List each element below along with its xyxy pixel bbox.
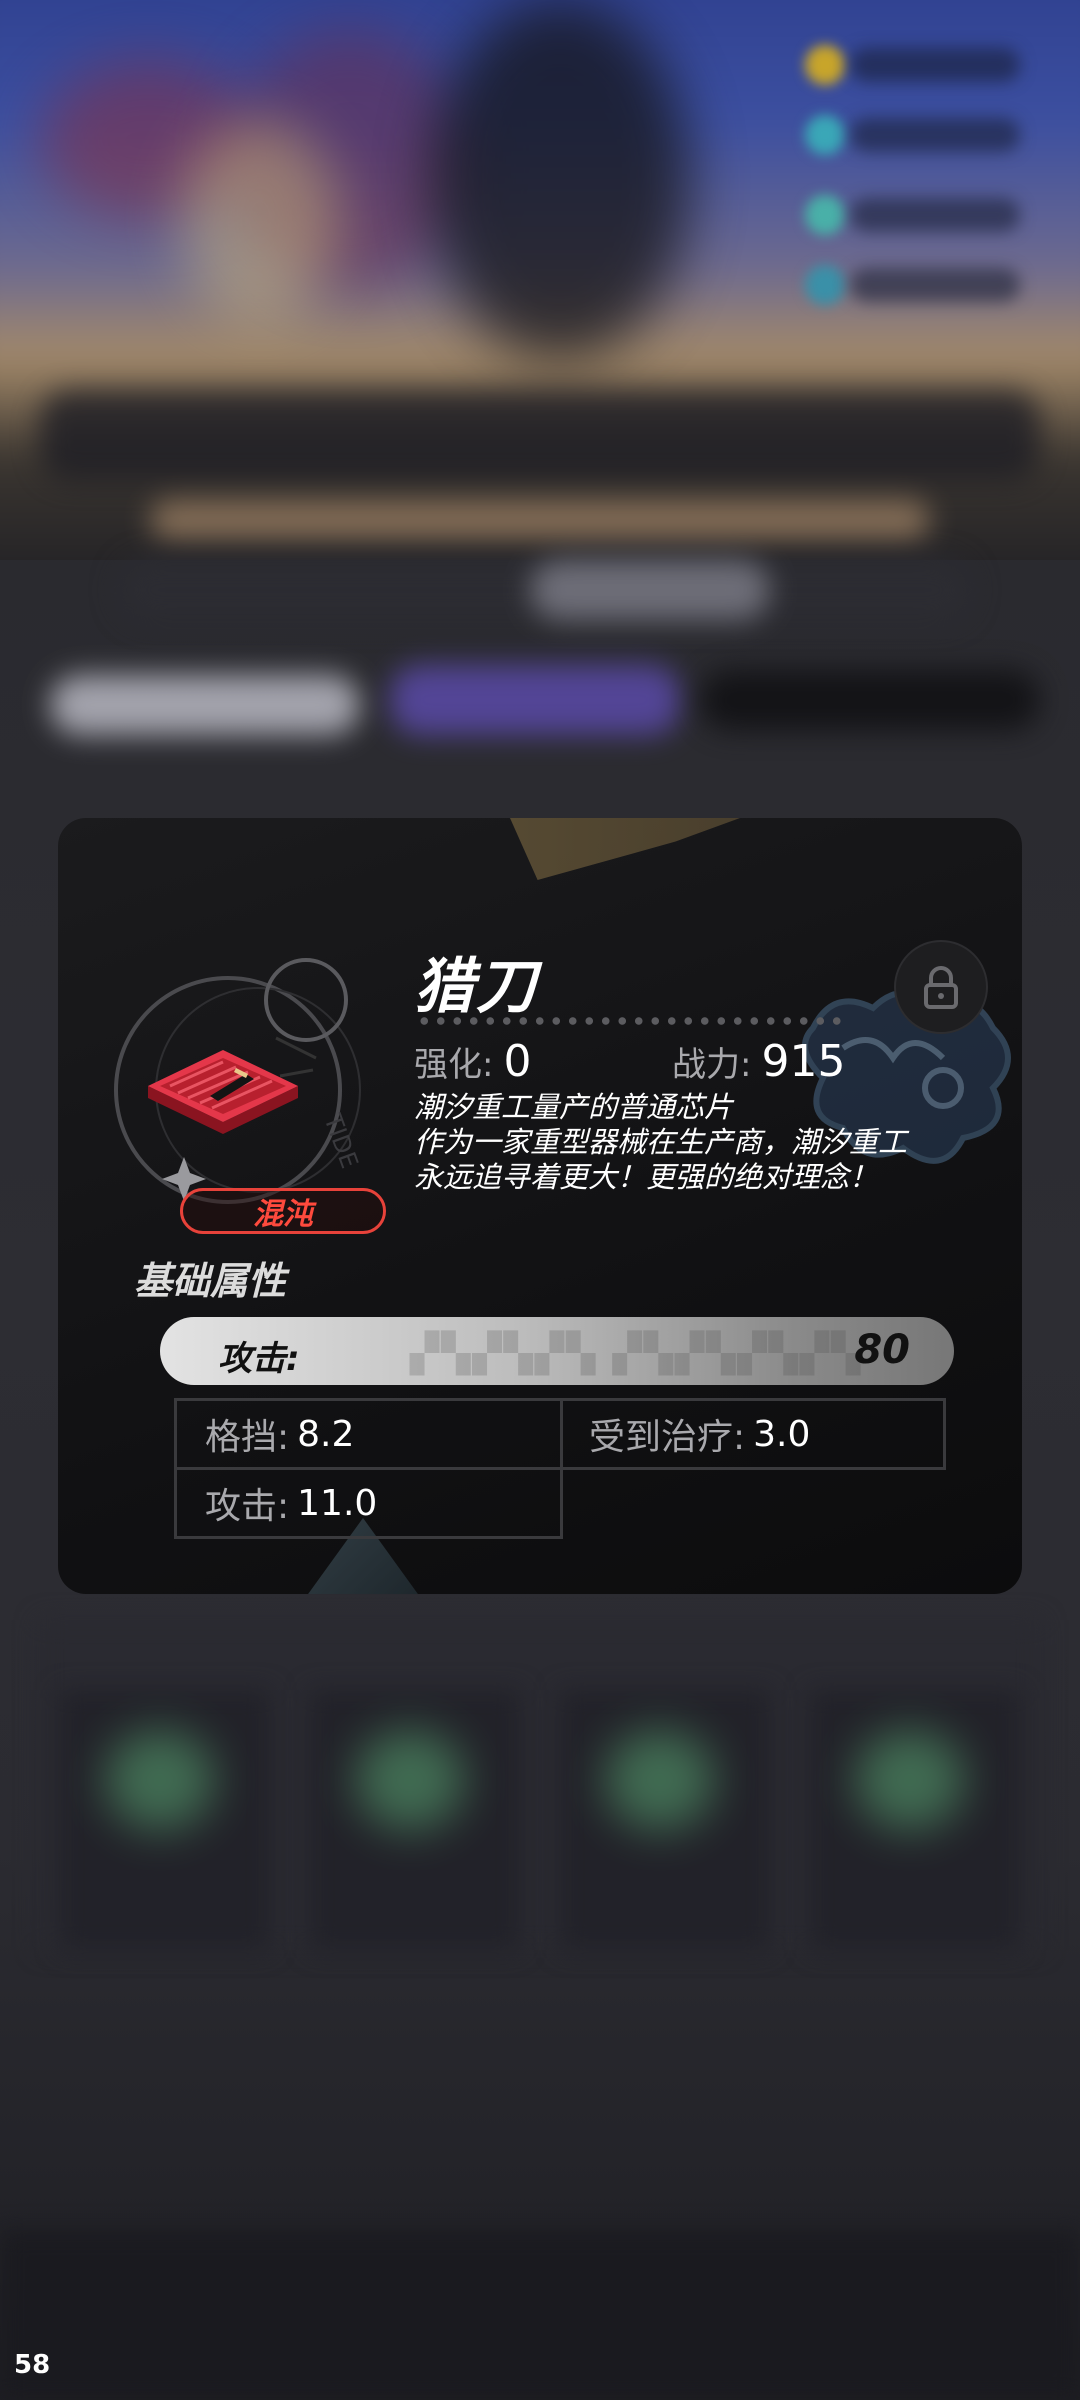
enhance-level: 强化: 0 <box>414 1036 531 1087</box>
stat-bar-decoration: ▞▚▞▚▞▚ ▞▚▞▚▞▚▞▚ <box>410 1331 863 1375</box>
dotted-divider <box>416 1016 846 1026</box>
description-line: 永远追寻着更大！更强的绝对理念！ <box>414 1160 879 1194</box>
sub-stat-label: 攻击: <box>205 1486 290 1527</box>
sub-stat-value: 11.0 <box>297 1482 378 1524</box>
rarity-badge: 混沌 <box>180 1188 386 1234</box>
sub-stat-cell: 攻击: 11.0 <box>174 1467 563 1539</box>
power-label: 战力: <box>672 1045 752 1085</box>
enhance-value: 0 <box>503 1036 532 1087</box>
chip-icon: TIDE <box>114 958 364 1204</box>
sub-stat-value: 8.2 <box>297 1413 355 1455</box>
power-value: 915 <box>761 1036 846 1087</box>
sub-stat-label: 受到治疗: <box>589 1417 746 1458</box>
description-line: 潮汐重工量产的普通芯片 <box>414 1090 734 1124</box>
main-stat-value: 80 <box>854 1327 910 1373</box>
sub-stat-cell: 格挡: 8.2 <box>174 1398 563 1470</box>
sub-stat-cell: 受到治疗: 3.0 <box>560 1398 946 1470</box>
card-decoration <box>510 818 740 880</box>
sub-stat-value: 3.0 <box>753 1413 811 1455</box>
description-line: 作为一家重型器械在生产商，潮汐重工 <box>414 1125 908 1159</box>
lock-button[interactable] <box>894 940 988 1034</box>
base-attributes-title: 基础属性 <box>134 1259 287 1303</box>
lock-icon <box>924 966 958 1009</box>
combat-power: 战力: 915 <box>672 1036 845 1087</box>
item-name: 猎刀 <box>414 952 538 1022</box>
enhance-label: 强化: <box>414 1045 494 1085</box>
item-description: 潮汐重工量产的普通芯片 作为一家重型器械在生产商，潮汐重工 永远追寻着更大！更强… <box>414 1090 974 1195</box>
main-stat-bar: ▞▚▞▚▞▚ ▞▚▞▚▞▚▞▚ 攻击: 80 <box>160 1317 954 1385</box>
chip-detail-card: TIDE 混沌 猎刀 强化: 0 战力: 915 潮汐重工量产的普通芯片 作为一… <box>58 818 1022 1594</box>
main-stat-label: 攻击: <box>218 1339 300 1379</box>
fps-counter: 58 <box>14 2350 51 2380</box>
sub-stat-label: 格挡: <box>205 1417 290 1458</box>
